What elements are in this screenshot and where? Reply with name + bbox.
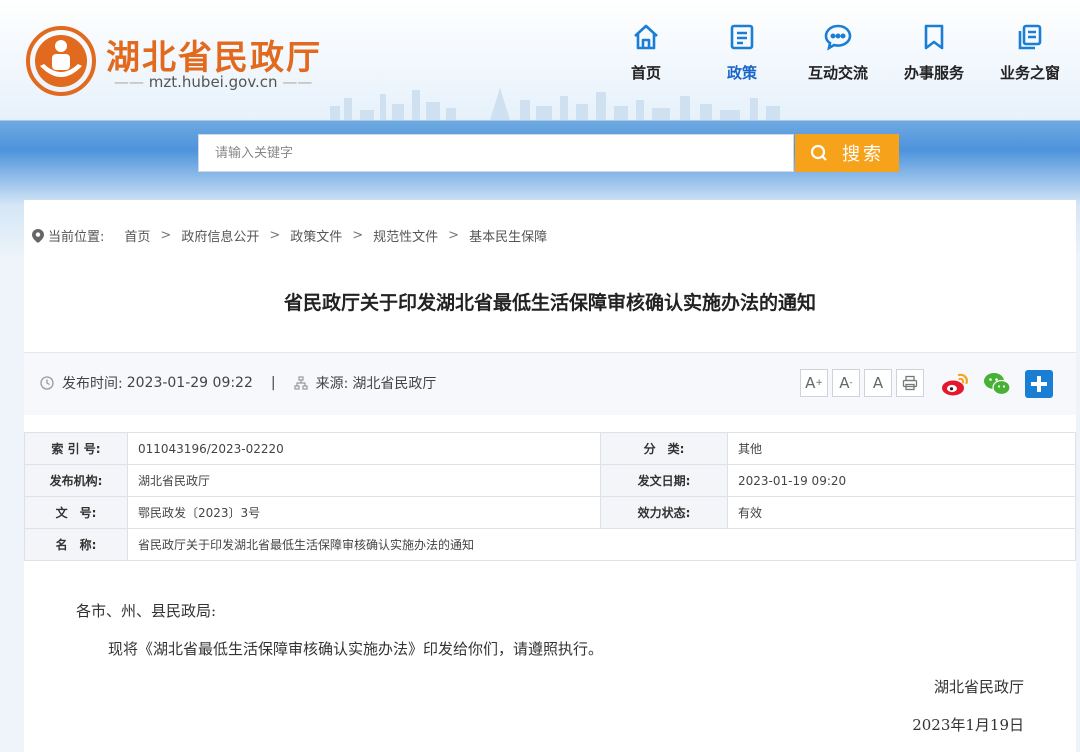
bookmark-icon bbox=[924, 24, 944, 50]
nav-label: 政策 bbox=[726, 64, 757, 82]
search-icon bbox=[810, 144, 827, 161]
search-input[interactable] bbox=[198, 134, 794, 172]
print-button[interactable] bbox=[896, 369, 924, 397]
nav-label: 首页 bbox=[630, 64, 661, 82]
nav-item-policy[interactable]: 政策 bbox=[694, 22, 790, 83]
article-title: 省民政厅关于印发湖北省最低生活保障审核确认实施办法的通知 bbox=[283, 292, 816, 314]
copy-icon bbox=[1018, 24, 1042, 50]
validity-status-label: 效力状态: bbox=[600, 496, 728, 529]
font-button-label: A bbox=[805, 374, 816, 392]
site-title[interactable]: 湖北省民政厅 bbox=[106, 30, 322, 79]
wechat-share-icon[interactable] bbox=[982, 369, 1012, 399]
validity-status-value: 有效 bbox=[727, 496, 1076, 529]
site-header: 湖北省民政厅 —— mzt.hubei.gov.cn —— 首页 政策 互动交流 bbox=[0, 0, 1080, 120]
font-button-label: A bbox=[839, 374, 850, 392]
document-name-label: 名 称: bbox=[24, 528, 128, 561]
meta-divider: | bbox=[270, 375, 276, 391]
breadcrumb: 当前位置: 首页 > 政府信息公开 > 政策文件 > 规范性文件 > 基本民生保… bbox=[32, 226, 547, 245]
category-label: 分 类: bbox=[600, 432, 728, 465]
breadcrumb-separator: > bbox=[352, 228, 364, 243]
breadcrumb-item-home[interactable]: 首页 bbox=[124, 226, 150, 245]
more-share-plus-icon[interactable] bbox=[1024, 369, 1054, 399]
breadcrumb-item-basic-livelihood[interactable]: 基本民生保障 bbox=[469, 226, 547, 245]
document-list-icon bbox=[730, 24, 754, 50]
article-meta: 发布时间: 2023-01-29 09:22 | 来源: 湖北省民政厅 bbox=[40, 373, 436, 393]
font-size-reset-button[interactable]: A bbox=[864, 369, 892, 397]
issue-date-label: 发文日期: bbox=[600, 464, 728, 497]
breadcrumb-item-policy-docs[interactable]: 政策文件 bbox=[290, 226, 342, 245]
article-panel: 当前位置: 首页 > 政府信息公开 > 政策文件 > 规范性文件 > 基本民生保… bbox=[24, 200, 1076, 752]
letter-salutation: 各市、州、县民政局: bbox=[76, 602, 217, 620]
nav-label: 办事服务 bbox=[903, 64, 964, 82]
nav-item-interaction[interactable]: 互动交流 bbox=[790, 22, 886, 83]
nav-item-home[interactable]: 首页 bbox=[598, 22, 694, 83]
nav-label: 业务之窗 bbox=[999, 64, 1060, 82]
breadcrumb-item-gov-info[interactable]: 政府信息公开 bbox=[181, 226, 259, 245]
chat-bubble-icon bbox=[824, 24, 852, 51]
table-row: 文 号: 鄂民政发〔2023〕3号 效力状态: 有效 bbox=[24, 496, 1076, 529]
document-number-label: 文 号: bbox=[24, 496, 128, 529]
letter-signature: 湖北省民政厅 bbox=[933, 678, 1024, 696]
breadcrumb-item-normative-docs[interactable]: 规范性文件 bbox=[373, 226, 438, 245]
font-size-increase-button[interactable]: A + bbox=[800, 369, 828, 397]
source-label: 来源: bbox=[315, 376, 349, 392]
breadcrumb-separator: > bbox=[160, 228, 172, 243]
publish-time: 2023-01-29 09:22 bbox=[126, 375, 253, 391]
weibo-share-icon[interactable] bbox=[940, 369, 970, 399]
nav-item-services[interactable]: 办事服务 bbox=[886, 22, 982, 83]
publishing-org-value: 湖北省民政厅 bbox=[127, 464, 601, 497]
publishing-org-label: 发布机构: bbox=[24, 464, 128, 497]
document-info-table: 索 引 号: 011043196/2023-02220 分 类: 其他 发布机构… bbox=[24, 432, 1076, 561]
breadcrumb-separator: > bbox=[269, 228, 281, 243]
org-chart-icon bbox=[294, 376, 308, 390]
table-row: 发布机构: 湖北省民政厅 发文日期: 2023-01-19 09:20 bbox=[24, 464, 1076, 497]
font-button-label: A bbox=[872, 374, 884, 392]
breadcrumb-separator: > bbox=[448, 228, 460, 243]
breadcrumb-label: 当前位置: bbox=[48, 230, 105, 245]
category-value: 其他 bbox=[727, 432, 1076, 465]
city-skyline-decoration bbox=[330, 88, 780, 120]
index-number-value: 011043196/2023-02220 bbox=[127, 432, 601, 465]
letter-paragraph: 现将《湖北省最低生活保障审核确认实施办法》印发给你们，请遵照执行。 bbox=[108, 640, 604, 658]
font-size-decrease-button[interactable]: A- bbox=[832, 369, 860, 397]
source-value: 湖北省民政厅 bbox=[352, 376, 437, 392]
document-name-value: 省民政厅关于印发湖北省最低生活保障审核确认实施办法的通知 bbox=[127, 528, 1076, 561]
clock-icon bbox=[40, 376, 54, 390]
site-domain-text: mzt.hubei.gov.cn bbox=[148, 73, 278, 91]
hubei-civil-affairs-logo[interactable] bbox=[26, 26, 96, 96]
search-button-label: 搜索 bbox=[842, 144, 884, 165]
letter-date: 2023年1月19日 bbox=[912, 716, 1024, 734]
main-nav: 首页 政策 互动交流 办事服务 业务之窗 bbox=[598, 22, 1078, 83]
nav-label: 互动交流 bbox=[807, 64, 868, 82]
issue-date-value: 2023-01-19 09:20 bbox=[727, 464, 1076, 497]
table-row: 索 引 号: 011043196/2023-02220 分 类: 其他 bbox=[24, 432, 1076, 465]
site-domain: —— mzt.hubei.gov.cn —— bbox=[114, 73, 313, 91]
publish-time-label: 发布时间: bbox=[62, 376, 123, 392]
location-pin-icon bbox=[32, 228, 44, 243]
index-number-label: 索 引 号: bbox=[24, 432, 128, 465]
home-icon bbox=[634, 24, 658, 50]
article-meta-bar: 发布时间: 2023-01-29 09:22 | 来源: 湖北省民政厅 A + A… bbox=[24, 352, 1076, 415]
nav-item-business[interactable]: 业务之窗 bbox=[982, 22, 1078, 83]
search-button[interactable]: 搜索 bbox=[795, 134, 899, 172]
table-row: 名 称: 省民政厅关于印发湖北省最低生活保障审核确认实施办法的通知 bbox=[24, 528, 1076, 561]
document-number-value: 鄂民政发〔2023〕3号 bbox=[127, 496, 601, 529]
printer-icon bbox=[902, 375, 918, 391]
